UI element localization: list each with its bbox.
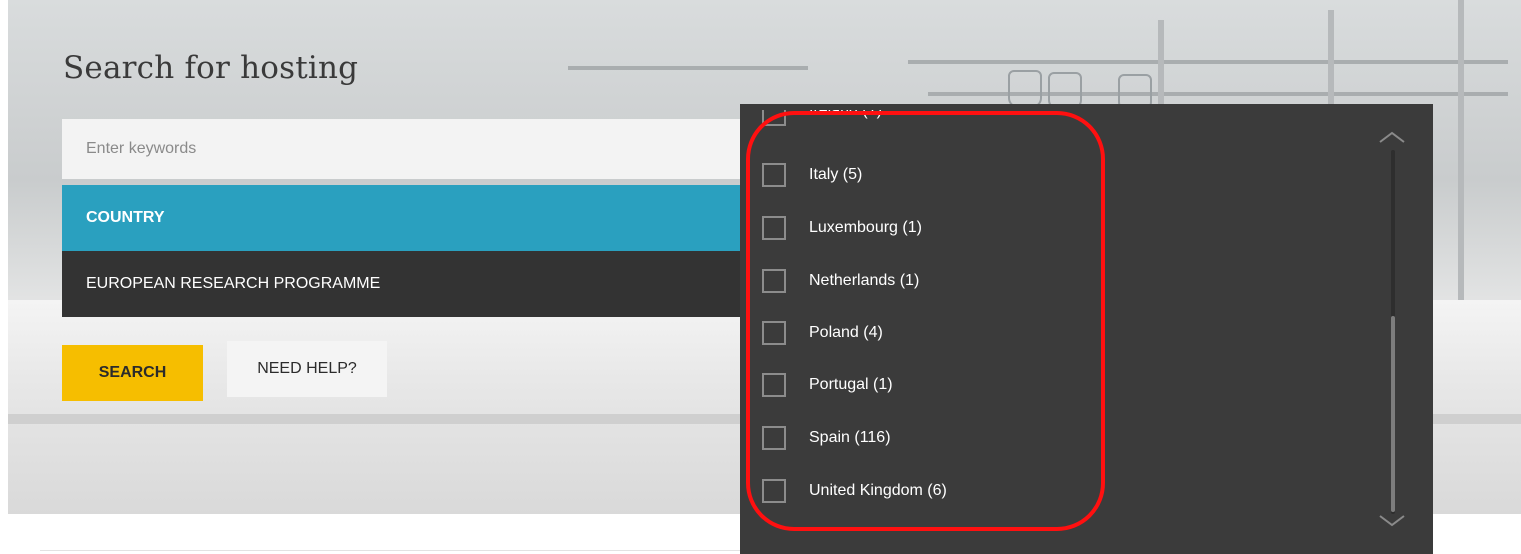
country-option[interactable]: Poland (4) — [762, 318, 883, 348]
country-option[interactable]: Portugal (1) — [762, 370, 893, 400]
country-filter-tab[interactable]: COUNTRY — [62, 185, 754, 251]
need-help-button[interactable]: NEED HELP? — [227, 341, 387, 397]
erp-filter-label: EUROPEAN RESEARCH PROGRAMME — [86, 275, 381, 292]
country-option-label: Netherlands (1) — [809, 272, 920, 289]
search-button[interactable]: SEARCH — [62, 345, 203, 401]
divider — [40, 550, 740, 551]
checkbox[interactable] — [762, 373, 786, 397]
scroll-down-chevron-icon[interactable] — [1379, 514, 1405, 528]
country-filter-label: COUNTRY — [86, 209, 165, 226]
keyword-search-input[interactable] — [62, 119, 752, 179]
checkbox[interactable] — [762, 110, 786, 126]
lab-post — [1458, 0, 1464, 330]
country-option[interactable]: Spain (116) — [762, 423, 891, 453]
scroll-up-chevron-icon[interactable] — [1379, 130, 1405, 144]
country-option[interactable]: United Kingdom (6) — [762, 476, 947, 506]
lab-shelf — [908, 60, 1508, 64]
checkbox[interactable] — [762, 426, 786, 450]
country-dropdown: Ireland (1) Italy (5) Luxembourg (1) Net… — [740, 104, 1433, 554]
checkbox[interactable] — [762, 216, 786, 240]
country-option[interactable]: Netherlands (1) — [762, 266, 919, 296]
european-research-programme-filter-tab[interactable]: EUROPEAN RESEARCH PROGRAMME — [62, 251, 742, 317]
lab-shelf — [568, 66, 808, 70]
checkbox[interactable] — [762, 479, 786, 503]
glassware — [1008, 70, 1042, 108]
country-option-label: Poland (4) — [809, 324, 883, 341]
country-option[interactable]: Ireland (1) — [762, 110, 882, 126]
country-option-label: Portugal (1) — [809, 376, 893, 393]
country-option-label: Luxembourg (1) — [809, 219, 922, 236]
country-option-label: Spain (116) — [809, 429, 891, 446]
country-option-label: United Kingdom (6) — [809, 482, 947, 499]
scrollbar-thumb[interactable] — [1391, 316, 1395, 512]
page-title: Search for hosting — [63, 50, 359, 86]
country-option-label: Ireland (1) — [809, 110, 882, 119]
checkbox[interactable] — [762, 321, 786, 345]
country-option-label: Italy (5) — [809, 166, 863, 183]
country-option[interactable]: Italy (5) — [762, 160, 862, 190]
checkbox[interactable] — [762, 163, 786, 187]
country-option[interactable]: Luxembourg (1) — [762, 213, 922, 243]
checkbox[interactable] — [762, 269, 786, 293]
